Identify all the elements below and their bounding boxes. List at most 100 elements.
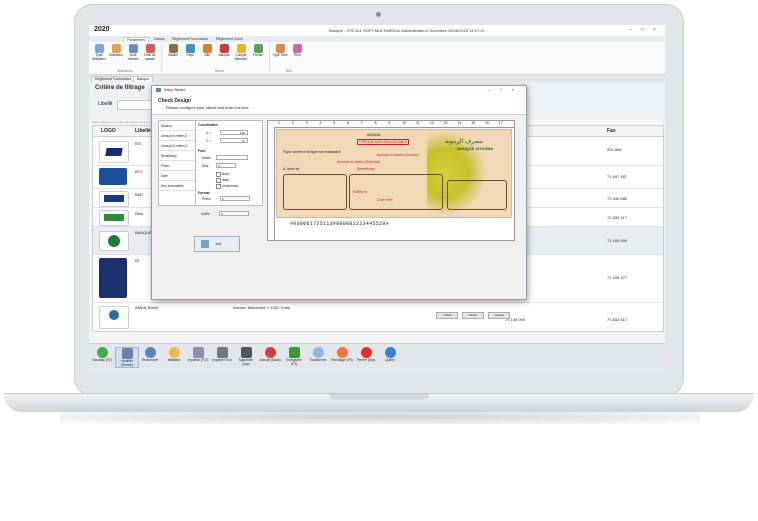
person-icon (292, 44, 302, 53)
col-libelle[interactable]: Libellé (135, 128, 151, 134)
house-icon (202, 44, 212, 53)
ruler-tick-label: 16 (485, 121, 489, 125)
beneficiary-field[interactable]: Beneficiary (357, 167, 375, 171)
coordinates-label: Coordinates (198, 123, 218, 127)
save-icon (288, 347, 300, 358)
laptop-notch (329, 394, 429, 400)
trash-icon (240, 347, 252, 358)
prefix-input[interactable]: # (220, 196, 250, 201)
non-endorsable-field[interactable]: CHEQUE NON ENDOSSABLE (357, 139, 410, 145)
type-tiers-button[interactable]: Type Tiers (272, 44, 288, 58)
user-icon (111, 44, 121, 53)
nav-place[interactable]: Place (159, 161, 196, 171)
cancel-button[interactable]: Cancel (488, 312, 510, 319)
nav-amount-letters-2[interactable]: Amount in letters 2 (159, 141, 196, 151)
ruler-tick-label: 6 (347, 121, 349, 125)
date-field[interactable]: Date here (377, 198, 393, 202)
dialog-title: Setup Wizard (164, 88, 186, 92)
tiers-button[interactable]: Tiers (289, 44, 305, 58)
minimize-icon[interactable]: – (629, 27, 632, 33)
text-button[interactable]: Text (194, 236, 240, 252)
bank-icon (219, 44, 229, 53)
droit-passes-button[interactable]: Droit de passes (142, 44, 158, 61)
font-size-input[interactable]: 9 (216, 163, 236, 168)
imprimer-button[interactable]: Imprimer (F11) (187, 347, 209, 363)
amount-field[interactable]: #000### (367, 133, 381, 137)
nav-amount[interactable]: Amount (159, 121, 196, 131)
maximize-icon[interactable]: □ (641, 27, 644, 33)
ville-button[interactable]: Ville (199, 44, 215, 58)
maximize-icon[interactable]: □ (500, 87, 502, 92)
printer-icon (201, 240, 209, 248)
transformer-button[interactable]: Transformer (307, 347, 329, 363)
smiley-icon (168, 347, 180, 358)
amount-letters-1-field[interactable]: Amount in letters (1st line) (377, 153, 419, 157)
col-logo[interactable]: LOGO (101, 128, 116, 134)
x-input[interactable]: 146 (220, 130, 248, 135)
ruler-tick-label: 5 (333, 121, 336, 125)
recharger-button[interactable]: Recharger (F5) (331, 347, 353, 363)
y-label: Y = (206, 139, 212, 143)
pays-button[interactable]: Pays (182, 44, 198, 58)
imprimer-tout-button[interactable]: Imprimer Tout (211, 347, 233, 363)
fermer-button[interactable]: Fermer (Esc) (355, 347, 377, 363)
ribbon-separator (161, 44, 162, 72)
order-label: À l'ordre de (283, 167, 300, 171)
bank-logo-zitouna (99, 231, 129, 251)
initialiser-button[interactable]: Initialiser (163, 347, 185, 363)
finish-button[interactable]: Finish (462, 312, 484, 319)
signature-box-right (447, 180, 507, 210)
rechercher-button[interactable]: Rechercher (139, 347, 161, 363)
bank-logo-bna (99, 210, 129, 226)
close-icon[interactable]: × (653, 27, 656, 33)
enregistrer-button[interactable]: Enregistrer (F3) (283, 347, 305, 366)
amount-letters-2-field[interactable]: Amount in letters (2nd line) (337, 160, 380, 164)
annuler-button[interactable]: Annuler (Back) (259, 347, 281, 363)
nouveau-button[interactable]: Nouveau (F2) (91, 347, 113, 363)
supprimer-button[interactable]: Supprimer (sup) (235, 347, 257, 366)
undo-icon (264, 347, 276, 358)
nav-beneficiary[interactable]: Beneficiary (159, 151, 196, 161)
back-button[interactable]: < Back (436, 312, 458, 319)
ribbon: Type Utilisateur Utilisateur Droit d'acc… (89, 42, 665, 75)
close-icon[interactable]: × (512, 87, 514, 92)
col-fax[interactable]: Fax (607, 128, 616, 134)
power-icon (384, 347, 396, 358)
nav-date[interactable]: Date (159, 171, 196, 181)
underlined-checkbox[interactable] (216, 184, 221, 189)
station-button[interactable]: Station (165, 44, 181, 58)
font-name-select[interactable] (216, 155, 248, 160)
banque-button[interactable]: Banque (216, 44, 232, 58)
y-input[interactable]: 12 (220, 138, 248, 143)
ruler-tick-label: 7 (360, 121, 363, 125)
type-utilisateur-button[interactable]: Type Utilisateur (91, 44, 107, 61)
compte-bancaire-button[interactable]: Compte Bancaire (233, 44, 249, 61)
check-design-canvas[interactable]: 1 2 3 4 5 6 7 8 9 10 11 12 13 14 15 16 17 مصرف الزيتونة … (267, 120, 515, 241)
group-divers-label: Divers (215, 69, 225, 73)
quitter-button[interactable]: Quitter (379, 347, 401, 363)
ruler-tick-label: 15 (471, 121, 476, 125)
prefixe-button[interactable]: Préfixe (250, 44, 266, 58)
ruler-tick-label: 12 (429, 121, 434, 125)
edit-icon (121, 348, 133, 359)
x-label: X = (206, 131, 212, 135)
dialog-header: Check Design Please configure your check… (152, 94, 526, 115)
horizontal-ruler: 1 2 3 4 5 6 7 8 9 10 11 12 13 14 15 16 17 (268, 121, 514, 128)
utilisateur-button[interactable]: Utilisateur (108, 44, 124, 58)
bold-checkbox[interactable] (216, 172, 221, 177)
modifier-button[interactable]: Modifier (Entrée) (115, 347, 139, 369)
bank-name: BANQUE ZITOUNA (457, 146, 494, 151)
droit-acces-button[interactable]: Droit d'accès (125, 44, 141, 61)
minimize-icon[interactable]: – (488, 87, 490, 92)
filter-title: Critère de filtrage (95, 85, 145, 91)
nav-amount-letters-1[interactable]: Amount in letters 1 (159, 131, 196, 141)
nav-non-endorsable[interactable]: Non endorsable (159, 181, 196, 191)
bank-logo-btl (99, 141, 129, 163)
place-field[interactable]: Edited in (353, 190, 367, 194)
italic-checkbox[interactable] (216, 178, 221, 183)
format-label: Format (198, 191, 210, 195)
table-row[interactable]: AMEN BANK Avenue Mohamed V 1002 Tunis 71… (93, 303, 663, 330)
close-icon (360, 347, 372, 358)
bank-logo-biat (99, 191, 129, 207)
suffix-input[interactable]: # (219, 211, 249, 216)
